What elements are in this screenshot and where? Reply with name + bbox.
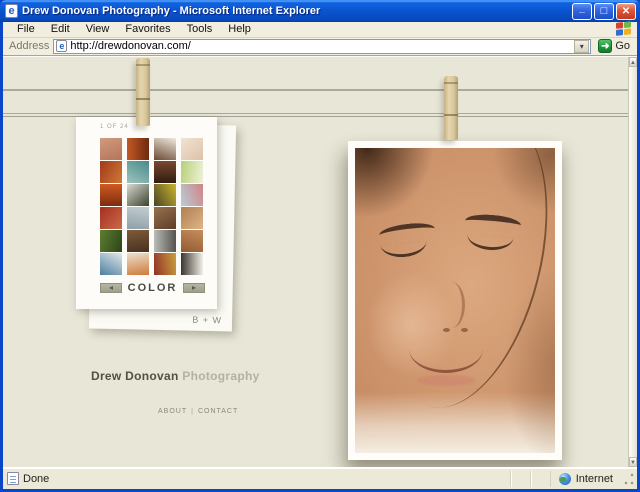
nav-link-about[interactable]: ABOUT xyxy=(158,408,187,415)
nav-separator: | xyxy=(191,408,194,415)
clothesline-lower xyxy=(3,113,628,114)
menu-item-help[interactable]: Help xyxy=(220,22,259,37)
bw-label[interactable]: B + W xyxy=(192,315,222,326)
thumbnail-3[interactable] xyxy=(154,138,176,160)
menu-bar: FileEditViewFavoritesToolsHelp xyxy=(3,22,637,38)
thumbnail-20[interactable] xyxy=(181,230,203,252)
photo-counter: 1 OF 24 xyxy=(100,124,211,130)
thumbnail-24[interactable] xyxy=(181,253,203,275)
clothespin-right xyxy=(444,76,458,140)
thumbnail-22[interactable] xyxy=(127,253,149,275)
thumbnail-19[interactable] xyxy=(154,230,176,252)
vertical-scrollbar[interactable] xyxy=(628,57,637,467)
close-button[interactable] xyxy=(616,3,636,20)
thumbnail-17[interactable] xyxy=(100,230,122,252)
thumbnail-5[interactable] xyxy=(100,161,122,183)
thumbnail-2[interactable] xyxy=(127,138,149,160)
thumbnail-6[interactable] xyxy=(127,161,149,183)
menu-items: FileEditViewFavoritesToolsHelp xyxy=(9,22,259,37)
thumbnail-23[interactable] xyxy=(154,253,176,275)
menu-item-file[interactable]: File xyxy=(9,22,43,37)
site-logo: Drew Donovan Photography xyxy=(91,369,260,383)
thumbnail-grid xyxy=(100,138,211,275)
thumbnail-4[interactable] xyxy=(181,138,203,160)
maximize-button[interactable] xyxy=(594,3,614,20)
clothesline-upper xyxy=(3,89,628,91)
next-arrow-button[interactable] xyxy=(183,283,205,293)
menu-item-favorites[interactable]: Favorites xyxy=(117,22,178,37)
clothespin-left xyxy=(136,58,150,126)
color-label: COLOR xyxy=(128,282,178,294)
scroll-down-icon[interactable] xyxy=(629,457,637,467)
thumbnail-18[interactable] xyxy=(127,230,149,252)
thumbnail-16[interactable] xyxy=(181,207,203,229)
site-logo-suffix: Photography xyxy=(182,369,259,383)
address-label: Address xyxy=(9,40,49,52)
thumbnail-1[interactable] xyxy=(100,138,122,160)
browser-window: e Drew Donovan Photography - Microsoft I… xyxy=(0,0,640,492)
thumbnail-15[interactable] xyxy=(154,207,176,229)
menu-item-tools[interactable]: Tools xyxy=(179,22,221,37)
url-text[interactable]: http://drewdonovan.com/ xyxy=(70,40,574,52)
status-message: Done xyxy=(23,473,49,485)
menu-item-edit[interactable]: Edit xyxy=(43,22,78,37)
featured-photo[interactable] xyxy=(348,141,562,460)
status-bar: Done Internet xyxy=(3,467,637,489)
internet-globe-icon xyxy=(559,473,571,485)
thumbnail-8[interactable] xyxy=(181,161,203,183)
address-dropdown-icon[interactable] xyxy=(574,40,589,53)
thumbnail-11[interactable] xyxy=(154,184,176,206)
page-content: B + W 1 OF 24 COLOR xyxy=(3,56,637,467)
status-pane xyxy=(511,471,531,487)
go-label: Go xyxy=(615,40,630,52)
menu-item-view[interactable]: View xyxy=(78,22,118,37)
thumbnail-12[interactable] xyxy=(181,184,203,206)
url-page-icon: e xyxy=(56,40,67,52)
title-bar[interactable]: e Drew Donovan Photography - Microsoft I… xyxy=(0,0,640,22)
resize-grip[interactable] xyxy=(623,471,635,487)
thumbnail-9[interactable] xyxy=(100,184,122,206)
thumbnail-13[interactable] xyxy=(100,207,122,229)
window-title: Drew Donovan Photography - Microsoft Int… xyxy=(22,5,572,17)
color-card: 1 OF 24 COLOR xyxy=(76,117,217,309)
thumbnail-21[interactable] xyxy=(100,253,122,275)
nav-link-contact[interactable]: CONTACT xyxy=(198,408,238,415)
site-logo-name: Drew Donovan xyxy=(91,369,179,383)
thumbnail-10[interactable] xyxy=(127,184,149,206)
site-nav: ABOUT | CONTACT xyxy=(158,408,238,415)
minimize-button[interactable] xyxy=(572,3,592,20)
address-input[interactable]: e http://drewdonovan.com/ xyxy=(53,39,591,54)
go-button[interactable]: Go xyxy=(595,39,633,53)
thumbnail-7[interactable] xyxy=(154,161,176,183)
status-page-icon xyxy=(7,472,19,485)
scroll-up-icon[interactable] xyxy=(629,57,637,67)
prev-arrow-button[interactable] xyxy=(100,283,122,293)
address-bar: Address e http://drewdonovan.com/ Go xyxy=(3,38,637,56)
featured-photo-image xyxy=(355,148,555,453)
status-zone-label: Internet xyxy=(576,473,613,485)
thumbnail-14[interactable] xyxy=(127,207,149,229)
go-arrow-icon xyxy=(598,39,612,53)
status-pane xyxy=(531,471,551,487)
windows-logo-icon xyxy=(616,21,633,38)
window-ie-icon: e xyxy=(5,4,18,18)
